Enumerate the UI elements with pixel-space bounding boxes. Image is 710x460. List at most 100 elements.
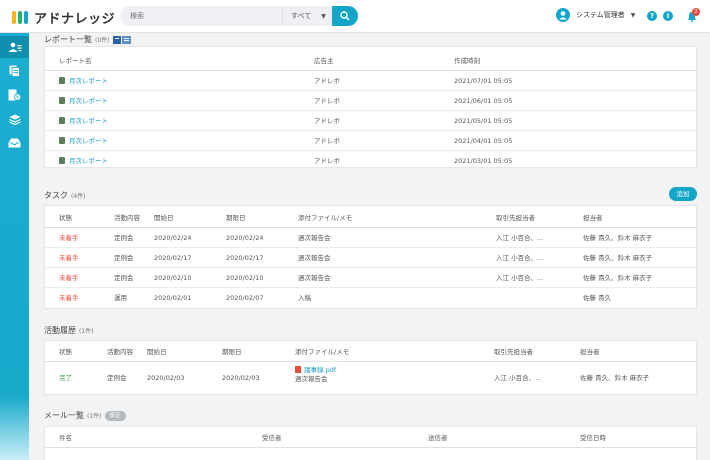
notification-bell[interactable]: 2 <box>686 8 700 22</box>
report-advertiser: アドレボ <box>314 117 340 125</box>
pdf-icon <box>295 366 301 373</box>
task-due-date: 2020/02/17 <box>226 254 264 262</box>
report-name-link[interactable]: 月次レポート <box>59 91 108 111</box>
tasks-section-title: タスク (4件) <box>44 190 86 201</box>
search-button[interactable] <box>332 6 358 26</box>
reports-title: レポート一覧 <box>44 35 92 44</box>
search-scope-select[interactable]: すべて ▼ <box>282 6 332 26</box>
report-advertiser: アドレボ <box>314 77 340 85</box>
mail-settings-button[interactable]: 設定 <box>104 410 126 421</box>
activity-title: 活動履歴 <box>44 326 76 335</box>
column-header: 件名 <box>59 434 72 442</box>
report-name-link[interactable]: 月次レポート <box>59 151 108 171</box>
report-advertiser: アドレボ <box>314 157 340 165</box>
task-status: 未着手 <box>59 254 79 262</box>
table-row[interactable]: 未着手 定例会 2020/02/10 2020/02/10 週次報告会 入江 小… <box>45 268 698 288</box>
sidebar-item-documents[interactable] <box>0 60 29 82</box>
task-assignee: 佐藤 貴久 <box>583 294 612 302</box>
sidebar-item-billing[interactable]: ¥ <box>0 84 29 106</box>
activity-table: 状態 活動内容 開始日 期限日 添付ファイル/メモ 取引先担当者 担当者 完了 … <box>44 340 698 395</box>
column-header: レポート名 <box>59 57 92 65</box>
task-memo: 入稿 <box>298 294 311 302</box>
activity-assignee: 佐藤 貴久、鈴木 麻衣子 <box>580 374 650 382</box>
task-activity: 定例会 <box>114 274 134 282</box>
task-status: 未着手 <box>59 294 79 302</box>
table-row[interactable]: 未着手 運用 2020/02/01 2020/02/07 入稿 佐藤 貴久 <box>45 288 698 308</box>
attachment-link[interactable]: 議事録.pdf <box>295 366 336 375</box>
table-row[interactable]: 未着手 定例会 2020/02/17 2020/02/17 週次報告会 入江 小… <box>45 248 698 268</box>
report-created-at: 2021/04/01 05:05 <box>454 137 513 145</box>
task-memo: 週次報告会 <box>298 274 331 282</box>
report-export-icon[interactable] <box>112 35 131 44</box>
user-menu[interactable]: システム管理者 ▼ <box>556 8 635 22</box>
table-header: レポート名 広告主 作成時刻 <box>45 51 698 71</box>
brand-logo[interactable]: アドナレッジ <box>12 8 115 27</box>
table-header: 状態 活動内容 開始日 期限日 添付ファイル/メモ 取引先担当者 担当者 <box>45 342 698 362</box>
table-row: 月次レポート アドレボ 2021/07/01 05:05 <box>45 71 698 91</box>
report-name-link[interactable]: 月次レポート <box>59 111 108 131</box>
task-due-date: 2020/02/24 <box>226 234 264 242</box>
sidebar-item-layers[interactable] <box>0 108 29 130</box>
user-avatar-icon <box>556 8 570 22</box>
activity-type: 定例会 <box>107 374 127 382</box>
column-header: 添付ファイル/メモ <box>298 214 353 222</box>
column-header: 広告主 <box>314 57 334 65</box>
svg-text:¥: ¥ <box>16 95 19 101</box>
info-icon[interactable]: i <box>663 11 673 21</box>
task-assignee: 佐藤 貴久、鈴木 麻衣子 <box>583 274 653 282</box>
task-due-date: 2020/02/07 <box>226 294 264 302</box>
report-file-icon <box>59 157 65 164</box>
activity-due-date: 2020/02/03 <box>222 374 260 382</box>
chevron-down-icon: ▼ <box>321 12 326 20</box>
invoice-yen-icon: ¥ <box>8 89 21 101</box>
sidebar: ¥ <box>0 33 29 460</box>
table-header: 状態 活動内容 開始日 期限日 添付ファイル/メモ 取引先担当者 担当者 <box>45 208 698 228</box>
task-assignee: 佐藤 貴久、鈴木 麻衣子 <box>583 234 653 242</box>
add-task-button[interactable]: 追加 <box>669 187 697 201</box>
notification-badge: 2 <box>692 8 700 16</box>
activity-client-contact: 入江 小百合、... <box>494 374 542 382</box>
column-header: 活動内容 <box>114 214 140 222</box>
report-created-at: 2021/03/01 05:05 <box>454 157 513 165</box>
table-row[interactable]: 未着手 定例会 2020/02/24 2020/02/24 週次報告会 入江 小… <box>45 228 698 248</box>
task-start-date: 2020/02/17 <box>154 254 192 262</box>
report-name-link[interactable]: 月次レポート <box>59 131 108 151</box>
mail-count: (1件) <box>87 413 102 420</box>
column-header: 状態 <box>59 214 72 222</box>
help-icon[interactable]: ? <box>647 11 657 21</box>
report-created-at: 2021/07/01 05:05 <box>454 77 513 85</box>
report-advertiser: アドレボ <box>314 137 340 145</box>
task-client-contact: 入江 小百合、... <box>496 274 544 282</box>
sidebar-item-inbox[interactable] <box>0 132 29 154</box>
task-client-contact: 入江 小百合、... <box>496 234 544 242</box>
task-status: 未着手 <box>59 274 79 282</box>
search-input[interactable] <box>120 6 282 26</box>
column-header: 取引先担当者 <box>494 348 533 356</box>
table-row: 月次レポート アドレボ 2021/04/01 05:05 <box>45 131 698 151</box>
reports-table: レポート名 広告主 作成時刻 月次レポート アドレボ 2021/07/01 05… <box>44 46 698 171</box>
column-header: 担当者 <box>580 348 600 356</box>
task-activity: 運用 <box>114 294 127 302</box>
task-status: 未着手 <box>59 234 79 242</box>
report-file-icon <box>59 77 65 84</box>
user-name: システム管理者 <box>576 11 625 19</box>
brand-name: アドナレッジ <box>34 12 116 27</box>
activity-count: (1件) <box>79 328 94 335</box>
column-header: 取引先担当者 <box>496 214 535 222</box>
document-list-icon <box>9 65 20 77</box>
activity-attachment: 議事録.pdf 週次報告会 <box>295 366 336 384</box>
top-header: アドナレッジ すべて ▼ システム管理者 ▼ ? i 2 <box>0 0 710 33</box>
table-row[interactable]: 完了 定例会 2020/02/03 2020/02/03 議事録.pdf 週次報… <box>45 363 698 393</box>
reports-section-title: レポート一覧 (0件) <box>44 34 131 45</box>
task-start-date: 2020/02/10 <box>154 274 192 282</box>
users-icon <box>8 42 21 52</box>
column-header: 受信者 <box>262 434 282 442</box>
report-name-link[interactable]: 月次レポート <box>59 71 108 91</box>
mail-table: 件名 受信者 送信者 受信日時 <box>44 426 698 460</box>
sidebar-item-contacts[interactable] <box>0 36 29 58</box>
task-due-date: 2020/02/10 <box>226 274 264 282</box>
report-advertiser: アドレボ <box>314 97 340 105</box>
task-activity: 定例会 <box>114 234 134 242</box>
task-assignee: 佐藤 貴久、鈴木 麻衣子 <box>583 254 653 262</box>
column-header: 期限日 <box>222 348 242 356</box>
